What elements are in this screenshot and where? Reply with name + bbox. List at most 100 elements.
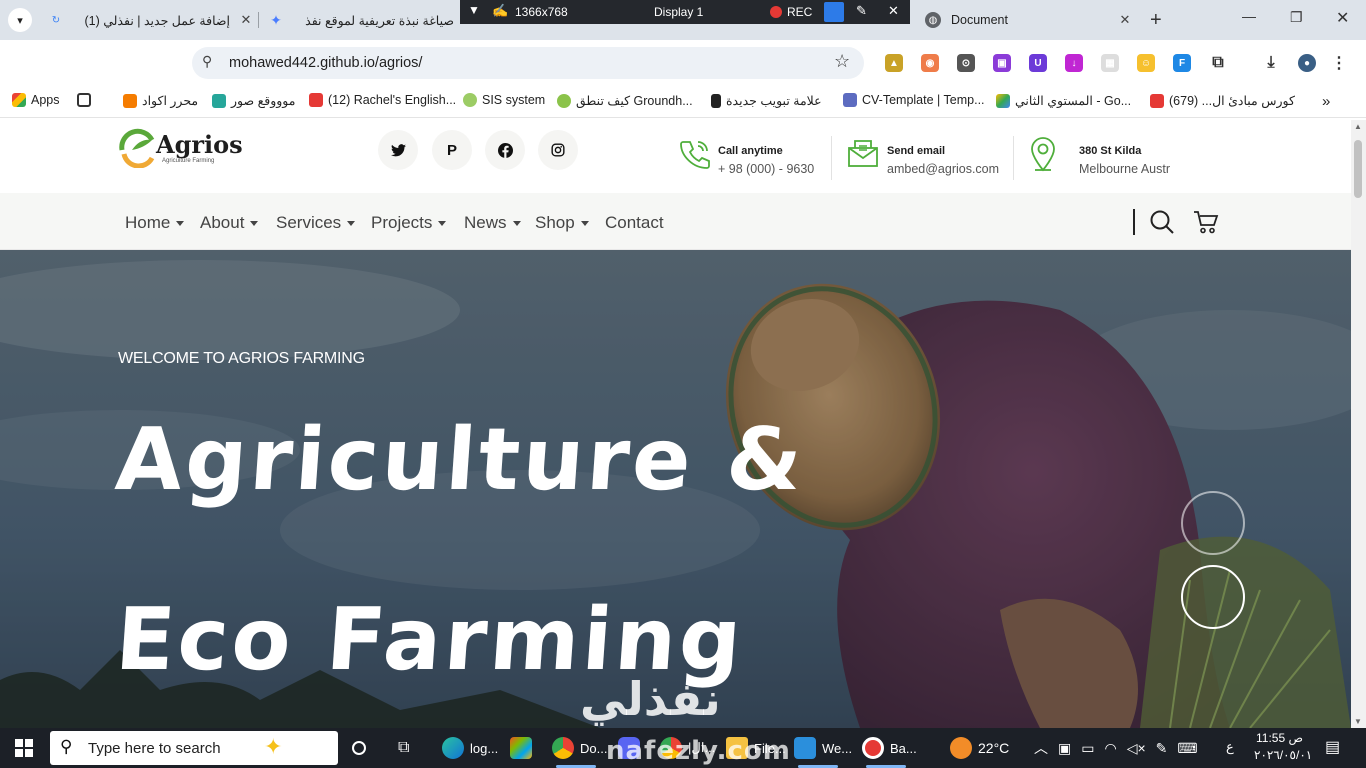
facebook-button[interactable] — [485, 130, 525, 170]
cv-icon — [843, 93, 857, 107]
volume-icon[interactable]: ◁× — [1127, 740, 1146, 757]
globe-icon: ◍ — [925, 12, 941, 28]
pen-icon[interactable]: ✎ — [856, 3, 867, 19]
hero-section: WELCOME TO AGRIOS FARMING Agriculture & … — [0, 250, 1351, 728]
bookmark-images-site[interactable]: موووقع صور — [212, 93, 295, 108]
apps-grid-icon — [12, 93, 26, 107]
nav-projects[interactable]: Projects — [371, 213, 447, 233]
extension-d-icon[interactable]: ▣ — [993, 54, 1011, 72]
windows-start-icon[interactable] — [15, 739, 33, 757]
extensions-puzzle-icon[interactable]: ⧉ — [1209, 54, 1227, 72]
extension-c-icon[interactable]: ⊙ — [957, 54, 975, 72]
extension-a-icon[interactable]: ▲ — [885, 54, 903, 72]
profile-avatar[interactable]: ● — [1298, 54, 1316, 72]
url-text: mohawed442.github.io/agrios/ — [229, 55, 423, 71]
taskbar-search-box[interactable]: ⚲ Type here to search ✦ — [50, 731, 338, 765]
chevron-down-icon — [512, 221, 521, 227]
pinterest-button[interactable]: P — [432, 130, 472, 170]
bookmark-code-editor[interactable]: محرر اكواد — [123, 93, 198, 108]
bookmark-cv-template[interactable]: CV-Template | Temp... — [843, 93, 985, 107]
extension-h-icon[interactable]: ☺ — [1137, 54, 1155, 72]
close-tab-icon[interactable]: ✕ — [236, 12, 256, 28]
bookmark-sis-system[interactable]: SIS system — [463, 93, 545, 107]
pen-icon[interactable]: ✎ — [1156, 740, 1168, 757]
tab-gemini[interactable]: ✦ صياغة نبذة تعريفية لموقع نفذ — [262, 0, 460, 40]
extension-i-icon[interactable]: F — [1173, 54, 1191, 72]
close-window-button[interactable]: ✕ — [1336, 8, 1349, 28]
widgets-button[interactable]: ⧉ — [398, 732, 409, 764]
taskbar-app-m365[interactable] — [510, 732, 538, 764]
bookmark-new-tab[interactable]: علامة تبويب جديدة — [711, 93, 822, 108]
sis-icon — [463, 93, 477, 107]
keyboard-icon[interactable]: ⌨ — [1177, 740, 1197, 757]
restore-button[interactable]: ❐ — [1290, 9, 1303, 26]
tab-nafezly-add-work[interactable]: ↻ (1) إضافة عمل جديد | نفذلي ✕ — [40, 0, 256, 40]
nav-services[interactable]: Services — [276, 213, 356, 233]
address-bar[interactable]: ⚲ mohawed442.github.io/agrios/ ☆ — [192, 47, 864, 79]
taskbar-app-chrome-1[interactable]: Do... — [552, 732, 607, 764]
weather-widget[interactable]: 22°C — [950, 732, 1009, 764]
contact-phone-value: + 98 (000) - 9630 — [718, 162, 815, 176]
extension-e-icon[interactable]: U — [1029, 54, 1047, 72]
extension-f-icon[interactable]: ↓ — [1065, 54, 1083, 72]
minimize-button[interactable]: — — [1242, 8, 1256, 24]
bookmark-rachels-english[interactable]: (12) Rachel's English... — [309, 93, 456, 107]
meet-icon[interactable]: ▣ — [1058, 740, 1071, 757]
browser-menu-icon[interactable]: ⋮ — [1330, 54, 1348, 72]
close-tab-icon[interactable]: ✕ — [1115, 12, 1135, 28]
extension-b-icon[interactable]: ◉ — [921, 54, 939, 72]
taskbar-app-edge[interactable]: log... — [442, 732, 498, 764]
bookmark-star-icon[interactable]: ☆ — [834, 51, 850, 72]
more-bookmarks-icon[interactable]: » — [1322, 93, 1330, 110]
bookmark-apps[interactable]: Apps — [12, 93, 60, 107]
search-icon: ⚲ — [60, 737, 73, 756]
input-language[interactable]: ع — [1226, 739, 1234, 755]
task-view-button[interactable] — [352, 732, 366, 764]
show-hidden-icons[interactable]: ︿ — [1034, 738, 1048, 758]
twitter-button[interactable] — [378, 130, 418, 170]
code-editor-icon — [123, 93, 137, 108]
email-icon — [848, 140, 878, 167]
nav-contact[interactable]: Contact — [605, 213, 664, 233]
extension-g-icon[interactable]: ▦ — [1101, 54, 1119, 72]
chevron-down-icon — [176, 221, 185, 227]
bookmark-grid-icon[interactable] — [77, 93, 91, 107]
scrollbar-thumb[interactable] — [1354, 140, 1362, 198]
scroll-down-icon[interactable]: ▼ — [1354, 717, 1362, 726]
scroll-up-icon[interactable]: ▲ — [1354, 122, 1362, 131]
cart-icon[interactable] — [1193, 209, 1219, 235]
collapse-icon[interactable]: ▼ — [468, 3, 480, 17]
nav-about[interactable]: About — [200, 213, 259, 233]
new-tab-button[interactable]: + — [1150, 9, 1162, 32]
bookmark-pronounce[interactable]: كيف تنطق Groundh... — [557, 93, 693, 108]
wifi-icon[interactable]: ◠ — [1104, 740, 1116, 757]
instagram-button[interactable] — [538, 130, 578, 170]
notifications-icon[interactable]: ▤ — [1325, 737, 1340, 757]
clock-date[interactable]: ٢٠٢٦/٠٥/٠١ — [1254, 748, 1312, 762]
nav-home[interactable]: Home — [125, 213, 185, 233]
agrios-logo[interactable]: Agrios Agriculture Farming — [118, 128, 248, 169]
download-icon[interactable]: ⤓ — [1262, 54, 1280, 72]
search-icon[interactable] — [1149, 209, 1175, 235]
clock-time[interactable]: 11:55 ص — [1256, 731, 1303, 745]
taskbar-app-recorder[interactable]: Ba... — [862, 732, 917, 764]
phone-icon — [680, 141, 710, 169]
display-label: Display 1 — [654, 5, 704, 19]
nav-shop[interactable]: Shop — [535, 213, 589, 233]
battery-icon[interactable]: ▭ — [1081, 740, 1094, 757]
camera-toggle-button[interactable] — [824, 2, 844, 22]
rec-button[interactable]: REC — [787, 5, 812, 19]
bookmark-level-two[interactable]: المستوي الثاني - Go... — [996, 93, 1131, 108]
bookmark-course[interactable]: كورس مبادئ ال... (679) — [1150, 93, 1295, 108]
tab-search-button[interactable]: ▾ — [8, 8, 32, 32]
page-scrollbar[interactable]: ▲ ▼ — [1351, 120, 1366, 728]
taskbar-app-vscode[interactable]: We... — [794, 732, 852, 764]
slider-next-button[interactable] — [1181, 565, 1245, 629]
site-info-icon[interactable]: ⚲ — [202, 53, 212, 70]
slider-prev-button[interactable] — [1181, 491, 1245, 555]
contact-phone-label: Call anytime — [718, 145, 783, 157]
hero-title-line-1: Agriculture & — [112, 410, 809, 510]
logo-name: Agrios — [156, 130, 243, 159]
nav-news[interactable]: News — [464, 213, 521, 233]
close-recorder-icon[interactable]: ✕ — [888, 3, 899, 19]
